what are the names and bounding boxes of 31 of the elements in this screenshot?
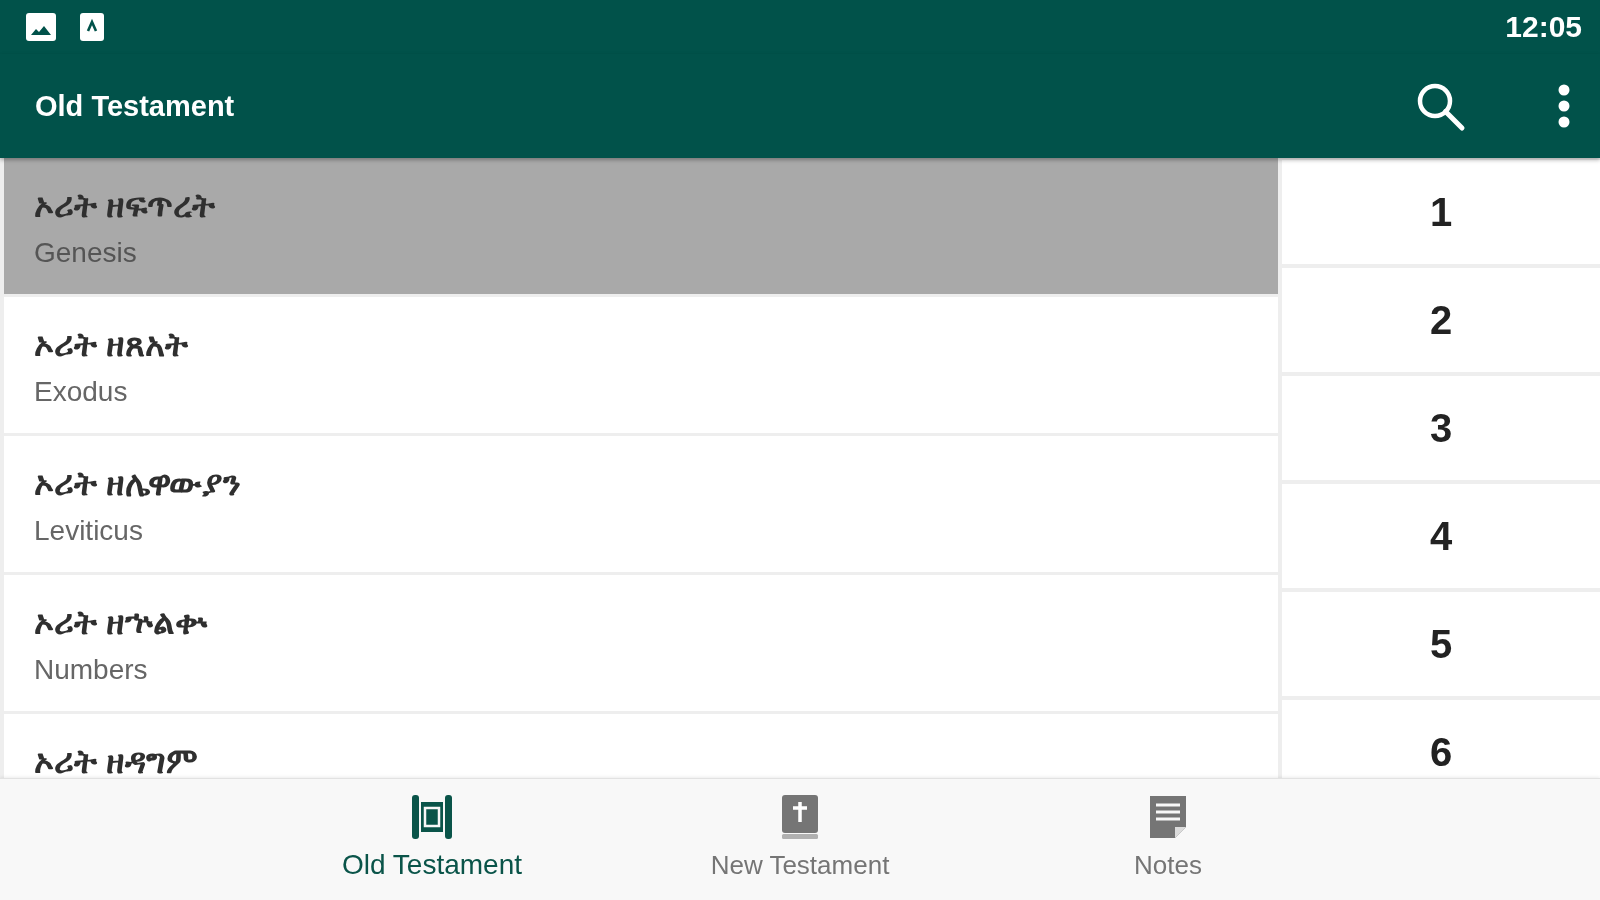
chapter-button[interactable]: 4 — [1282, 484, 1600, 588]
more-vertical-icon — [1558, 84, 1570, 128]
chapter-button[interactable]: 6 — [1282, 700, 1600, 778]
chapter-button[interactable]: 1 — [1282, 160, 1600, 264]
book-subtitle: Genesis — [34, 236, 137, 270]
book-list-item[interactable]: ኦሪት ዘፍጥረት Genesis — [4, 158, 1278, 294]
book-subtitle: Numbers — [34, 653, 148, 687]
bottom-nav-tab[interactable]: Old Testament — [248, 779, 616, 900]
book-subtitle: Leviticus — [34, 514, 143, 548]
book-title: ኦሪት ዘጸአት — [34, 327, 189, 361]
book-title: ኦሪት ዘዳግም — [34, 744, 199, 778]
status-time: 12:05 — [1505, 10, 1582, 44]
chapter-button[interactable]: 5 — [1282, 592, 1600, 696]
chapter-button[interactable]: 2 — [1282, 268, 1600, 372]
scroll-icon — [412, 795, 452, 839]
bottom-nav-tab[interactable]: New Testament — [616, 779, 984, 900]
book-list-item[interactable]: ኦሪት ዘሌዋውያን Leviticus — [4, 436, 1278, 572]
chevron-tile-icon — [80, 13, 104, 41]
book-subtitle: Exodus — [34, 375, 128, 409]
book-cross-icon — [780, 795, 820, 839]
book-list-item[interactable]: ኦሪት ዘጸአት Exodus — [4, 297, 1278, 433]
book-title: ኦሪት ዘፍጥረት — [34, 188, 216, 222]
bottom-nav-tab[interactable]: Notes — [984, 779, 1352, 900]
chapter-button[interactable]: 3 — [1282, 376, 1600, 480]
note-icon — [1148, 795, 1188, 839]
image-icon — [26, 13, 56, 41]
book-title: ኦሪት ዘኍልቍ — [34, 605, 208, 639]
app-bar-title: Old Testament — [35, 89, 235, 124]
book-list-item[interactable]: ኦሪት ዘዳግም — [4, 714, 1278, 778]
book-list-item[interactable]: ኦሪት ዘኍልቍ Numbers — [4, 575, 1278, 711]
book-title: ኦሪት ዘሌዋውያን — [34, 466, 242, 500]
